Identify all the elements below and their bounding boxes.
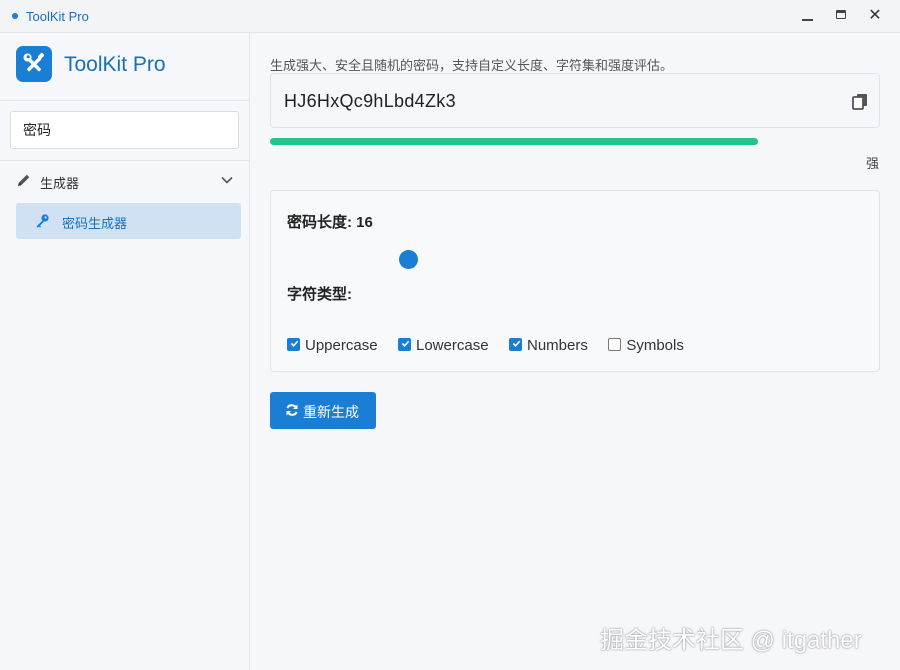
- strength-meter-fill: [270, 138, 758, 145]
- tools-icon: [16, 46, 52, 82]
- maximize-icon: [836, 10, 846, 19]
- checkbox-uppercase[interactable]: Uppercase: [287, 336, 378, 356]
- checkbox-label: Lowercase: [416, 337, 489, 354]
- regenerate-label: 重新生成: [303, 404, 359, 420]
- checkbox-numbers[interactable]: Numbers: [509, 336, 588, 356]
- checkbox-symbols[interactable]: Symbols: [608, 336, 684, 356]
- brand-name: ToolKit Pro: [64, 53, 166, 76]
- length-slider-handle[interactable]: [399, 250, 418, 269]
- nav-group-label: 生成器: [40, 176, 80, 191]
- length-label: 密码长度: 16: [287, 214, 373, 231]
- divider: [0, 100, 249, 101]
- page-description: 生成强大、安全且随机的密码，支持自定义长度、字符集和强度评估。: [270, 58, 674, 73]
- pencil-icon: [16, 172, 32, 188]
- regenerate-button[interactable]: 重新生成: [270, 392, 376, 429]
- checkbox-label: Uppercase: [305, 337, 378, 354]
- search-input[interactable]: [10, 111, 239, 149]
- key-icon: [34, 213, 50, 229]
- char-types-label: 字符类型:: [287, 286, 352, 303]
- refresh-icon: [285, 403, 299, 417]
- minimize-icon: [802, 19, 813, 21]
- checkbox-box[interactable]: [509, 338, 522, 351]
- strength-label: 强: [866, 156, 880, 171]
- nav-group-generators[interactable]: 生成器: [0, 169, 249, 193]
- options-card: 密码长度: 16 字符类型: Uppercase Lowercase Numbe…: [270, 190, 880, 372]
- checkbox-lowercase[interactable]: Lowercase: [398, 336, 489, 356]
- password-value: HJ6HxQc9hLbd4Zk3: [284, 91, 456, 111]
- minimize-button[interactable]: [798, 6, 818, 26]
- chevron-down-icon[interactable]: [220, 173, 234, 187]
- checkbox-box[interactable]: [287, 338, 300, 351]
- title-bar: ToolKit Pro ✕: [0, 0, 900, 33]
- window-title: ToolKit Pro: [26, 9, 89, 24]
- close-button[interactable]: ✕: [865, 6, 885, 26]
- sidebar-item-label: 密码生成器: [62, 216, 128, 231]
- maximize-button[interactable]: [832, 6, 852, 26]
- divider: [0, 160, 249, 161]
- app-dot-icon: [12, 13, 18, 19]
- watermark-text: 掘金技术社区 @ itgather: [600, 627, 862, 654]
- copy-icon[interactable]: [851, 92, 869, 110]
- password-output: HJ6HxQc9hLbd4Zk3: [270, 73, 880, 128]
- sidebar: ToolKit Pro 生成器 密码生成器: [0, 33, 250, 670]
- sidebar-item-password-generator[interactable]: 密码生成器: [16, 203, 241, 239]
- checkbox-box[interactable]: [608, 338, 622, 351]
- checkbox-box[interactable]: [398, 338, 411, 351]
- strength-meter: [270, 138, 880, 145]
- char-type-options: Uppercase Lowercase Numbers Symbols: [287, 336, 700, 356]
